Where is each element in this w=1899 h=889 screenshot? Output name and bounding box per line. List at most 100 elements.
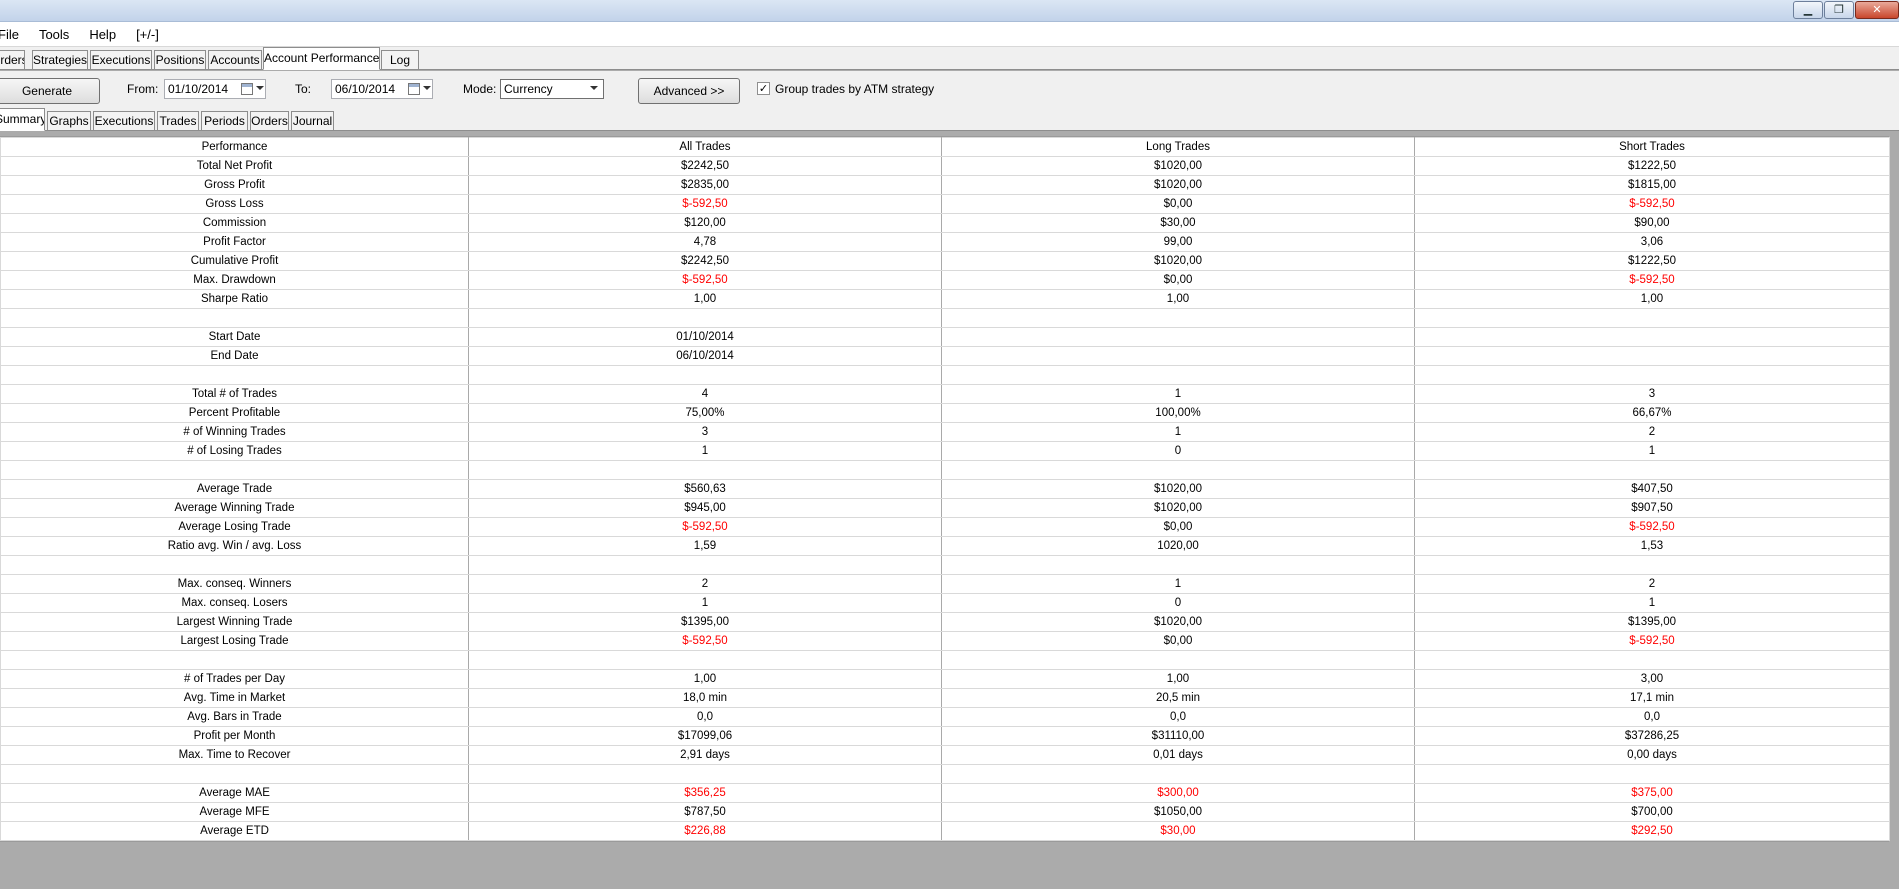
menu-toggle-tabs[interactable]: [+/-] <box>136 27 159 42</box>
row-label: Average Losing Trade <box>0 517 469 537</box>
tab-executions[interactable]: Executions <box>90 50 152 70</box>
table-row[interactable]: Average Trade $560,63 $1020,00 $407,50 <box>0 479 1890 499</box>
row-label: Total # of Trades <box>0 384 469 404</box>
short-trades-cell: 0,0 <box>1414 707 1890 727</box>
row-label: Max. conseq. Winners <box>0 574 469 594</box>
subtab-executions[interactable]: Executions <box>93 111 155 131</box>
minimize-button[interactable]: ▁ <box>1793 1 1823 19</box>
chevron-down-icon <box>590 86 598 90</box>
table-row[interactable]: Largest Losing Trade $-592,50 $0,00 $-592,5… <box>0 631 1890 651</box>
tab-orders[interactable]: Orders <box>0 50 25 70</box>
all-trades-cell: $-592,50 <box>468 631 942 651</box>
row-label: Profit per Month <box>0 726 469 746</box>
table-row[interactable]: Largest Winning Trade $1395,00 $1020,00 $13… <box>0 612 1890 632</box>
window-controls: ▁ ❐ ✕ <box>1792 1 1899 19</box>
subtab-graphs[interactable]: Graphs <box>47 111 91 131</box>
column-header-performance[interactable]: Performance <box>0 137 469 157</box>
short-trades-cell: $1222,50 <box>1414 251 1890 271</box>
group-trades-checkbox[interactable]: ✓ <box>757 82 770 95</box>
mode-select[interactable]: Currency <box>500 79 604 99</box>
table-row[interactable] <box>0 764 1890 784</box>
short-trades-cell: $-592,50 <box>1414 517 1890 537</box>
table-row[interactable]: Max. Time to Recover 2,91 days 0,01 days 0,… <box>0 745 1890 765</box>
from-date-field[interactable]: 01/10/2014 <box>164 79 266 99</box>
table-row[interactable] <box>0 555 1890 575</box>
long-trades-cell: $1020,00 <box>941 175 1415 195</box>
short-trades-cell: 1 <box>1414 441 1890 461</box>
table-row[interactable]: # of Losing Trades 1 0 1 <box>0 441 1890 461</box>
restore-button[interactable]: ❐ <box>1824 1 1854 19</box>
table-row[interactable]: Max. Drawdown $-592,50 $0,00 $-592,50 <box>0 270 1890 290</box>
table-row[interactable] <box>0 365 1890 385</box>
table-row[interactable]: Average Losing Trade $-592,50 $0,00 $-592,5… <box>0 517 1890 537</box>
table-row[interactable]: Sharpe Ratio 1,00 1,00 1,00 <box>0 289 1890 309</box>
table-row[interactable]: Average ETD $226,88 $30,00 $292,50 <box>0 821 1890 841</box>
tab-accounts[interactable]: Accounts <box>208 50 262 70</box>
table-row[interactable] <box>0 308 1890 328</box>
table-row[interactable]: Avg. Bars in Trade 0,0 0,0 0,0 <box>0 707 1890 727</box>
table-row[interactable]: Max. conseq. Winners 2 1 2 <box>0 574 1890 594</box>
subtab-trades[interactable]: Trades <box>157 111 199 131</box>
subtab-journal[interactable]: Journal <box>291 111 334 131</box>
all-trades-cell <box>468 555 942 575</box>
long-trades-cell: $0,00 <box>941 194 1415 214</box>
menu-help[interactable]: Help <box>89 27 116 42</box>
table-row[interactable]: Percent Profitable 75,00% 100,00% 66,67% <box>0 403 1890 423</box>
tab-account-performance[interactable]: Account Performance <box>263 47 380 70</box>
table-row[interactable]: Ratio avg. Win / avg. Loss 1,59 1020,00 1,5… <box>0 536 1890 556</box>
menu-file[interactable]: File <box>0 27 19 42</box>
row-label: End Date <box>0 346 469 366</box>
generate-button[interactable]: Generate <box>0 78 100 104</box>
table-row[interactable]: Average MFE $787,50 $1050,00 $700,00 <box>0 802 1890 822</box>
subtab-periods[interactable]: Periods <box>201 111 248 131</box>
to-date-field[interactable]: 06/10/2014 <box>331 79 433 99</box>
table-row[interactable] <box>0 460 1890 480</box>
short-trades-cell: $907,50 <box>1414 498 1890 518</box>
table-row[interactable]: Total Net Profit $2242,50 $1020,00 $1222,50 <box>0 156 1890 176</box>
table-row[interactable]: Gross Loss $-592,50 $0,00 $-592,50 <box>0 194 1890 214</box>
table-row[interactable] <box>0 650 1890 670</box>
all-trades-cell: 0,0 <box>468 707 942 727</box>
table-row[interactable]: Profit Factor 4,78 99,00 3,06 <box>0 232 1890 252</box>
row-label: Gross Loss <box>0 194 469 214</box>
all-trades-cell: $2242,50 <box>468 251 942 271</box>
column-header-long-trades[interactable]: Long Trades <box>941 137 1415 157</box>
long-trades-cell: $1020,00 <box>941 498 1415 518</box>
table-row[interactable]: Gross Profit $2835,00 $1020,00 $1815,00 <box>0 175 1890 195</box>
table-row[interactable]: # of Trades per Day 1,00 1,00 3,00 <box>0 669 1890 689</box>
table-row[interactable]: Commission $120,00 $30,00 $90,00 <box>0 213 1890 233</box>
window-titlebar: ▁ ❐ ✕ <box>0 0 1899 22</box>
tab-strategies[interactable]: Strategies <box>32 50 88 70</box>
table-row[interactable]: Max. conseq. Losers 1 0 1 <box>0 593 1890 613</box>
short-trades-cell <box>1414 764 1890 784</box>
advanced-button[interactable]: Advanced >> <box>638 78 740 104</box>
table-row[interactable]: Average Winning Trade $945,00 $1020,00 $907… <box>0 498 1890 518</box>
table-row[interactable]: Profit per Month $17099,06 $31110,00 $37286… <box>0 726 1890 746</box>
short-trades-cell: $292,50 <box>1414 821 1890 841</box>
calendar-icon[interactable] <box>241 83 253 95</box>
chevron-down-icon[interactable] <box>256 86 264 90</box>
subtab-orders[interactable]: Orders <box>250 111 289 131</box>
table-row[interactable]: Total # of Trades 4 1 3 <box>0 384 1890 404</box>
tab-log[interactable]: Log <box>381 50 419 70</box>
column-header-all-trades[interactable]: All Trades <box>468 137 942 157</box>
group-trades-label[interactable]: Group trades by ATM strategy <box>775 82 934 96</box>
table-row[interactable]: Start Date 01/10/2014 <box>0 327 1890 347</box>
table-row[interactable]: # of Winning Trades 3 1 2 <box>0 422 1890 442</box>
row-label: Profit Factor <box>0 232 469 252</box>
menu-tools[interactable]: Tools <box>39 27 69 42</box>
long-trades-cell: $0,00 <box>941 517 1415 537</box>
short-trades-cell: 2 <box>1414 574 1890 594</box>
column-header-short-trades[interactable]: Short Trades <box>1414 137 1890 157</box>
close-button[interactable]: ✕ <box>1855 1 1899 19</box>
all-trades-cell: 4,78 <box>468 232 942 252</box>
chevron-down-icon[interactable] <box>423 86 431 90</box>
table-row[interactable]: Average MAE $356,25 $300,00 $375,00 <box>0 783 1890 803</box>
mode-label: Mode: <box>463 82 497 96</box>
table-row[interactable]: End Date 06/10/2014 <box>0 346 1890 366</box>
table-row[interactable]: Avg. Time in Market 18,0 min 20,5 min 17,1 … <box>0 688 1890 708</box>
table-row[interactable]: Cumulative Profit $2242,50 $1020,00 $1222,5… <box>0 251 1890 271</box>
calendar-icon[interactable] <box>408 83 420 95</box>
tab-positions[interactable]: Positions <box>154 50 206 70</box>
subtab-summary[interactable]: Summary <box>0 108 45 131</box>
